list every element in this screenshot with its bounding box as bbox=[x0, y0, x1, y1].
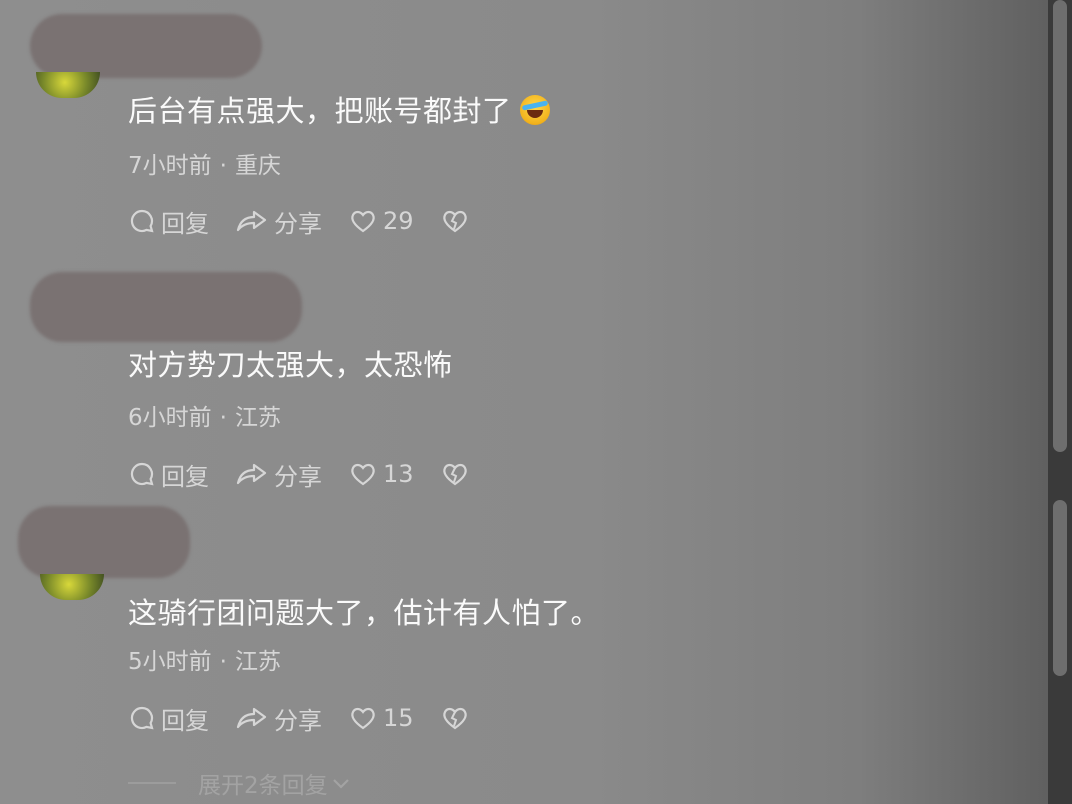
broken-heart-icon bbox=[442, 707, 467, 730]
comment-actions: 回复 分享 13 bbox=[128, 457, 501, 492]
timestamp: 6小时前 bbox=[128, 405, 212, 431]
comment-bubble-icon bbox=[130, 462, 154, 486]
heart-icon bbox=[351, 707, 375, 730]
location: 江苏 bbox=[234, 405, 281, 431]
share-button[interactable]: 分享 bbox=[235, 701, 322, 736]
expand-replies-button[interactable]: 展开2条回复 bbox=[128, 766, 351, 800]
chevron-down-icon bbox=[332, 779, 349, 789]
comment-item: 这骑行团问题大了，估计有人怕了。 5小时前 · 江苏 回复 分享 15 bbox=[0, 0, 1040, 735]
timestamp: 5小时前 bbox=[128, 649, 212, 675]
dislike-button[interactable] bbox=[440, 460, 475, 488]
comment-text: 这骑行团问题大了，估计有人怕了。 bbox=[128, 596, 601, 630]
comment-meta: 5小时前 · 江苏 bbox=[128, 649, 281, 675]
like-button[interactable]: 15 bbox=[348, 704, 414, 732]
like-count: 13 bbox=[383, 460, 414, 488]
scrollbar[interactable] bbox=[1048, 0, 1072, 804]
broken-heart-icon bbox=[442, 463, 467, 486]
like-count: 15 bbox=[383, 704, 414, 732]
comment-actions: 回复 分享 15 bbox=[128, 701, 501, 736]
username-blurred[interactable] bbox=[30, 272, 302, 342]
avatar[interactable] bbox=[40, 574, 104, 600]
divider-line bbox=[128, 782, 176, 784]
share-arrow-icon bbox=[236, 463, 267, 485]
scrollbar-thumb[interactable] bbox=[1053, 0, 1067, 452]
username-blurred[interactable] bbox=[18, 506, 190, 578]
like-button[interactable]: 13 bbox=[348, 460, 414, 488]
comment-meta: 6小时前 · 江苏 bbox=[128, 405, 281, 431]
share-button[interactable]: 分享 bbox=[235, 457, 322, 492]
dislike-button[interactable] bbox=[440, 704, 475, 732]
reply-button[interactable]: 回复 bbox=[128, 457, 209, 492]
comment-text: 对方势刀太强大，太恐怖 bbox=[128, 348, 453, 382]
share-arrow-icon bbox=[236, 707, 267, 729]
reply-button[interactable]: 回复 bbox=[128, 701, 209, 736]
scrollbar-thumb-secondary[interactable] bbox=[1053, 500, 1067, 676]
location: 江苏 bbox=[234, 649, 281, 675]
comment-bubble-icon bbox=[130, 706, 154, 730]
heart-icon bbox=[351, 463, 375, 486]
